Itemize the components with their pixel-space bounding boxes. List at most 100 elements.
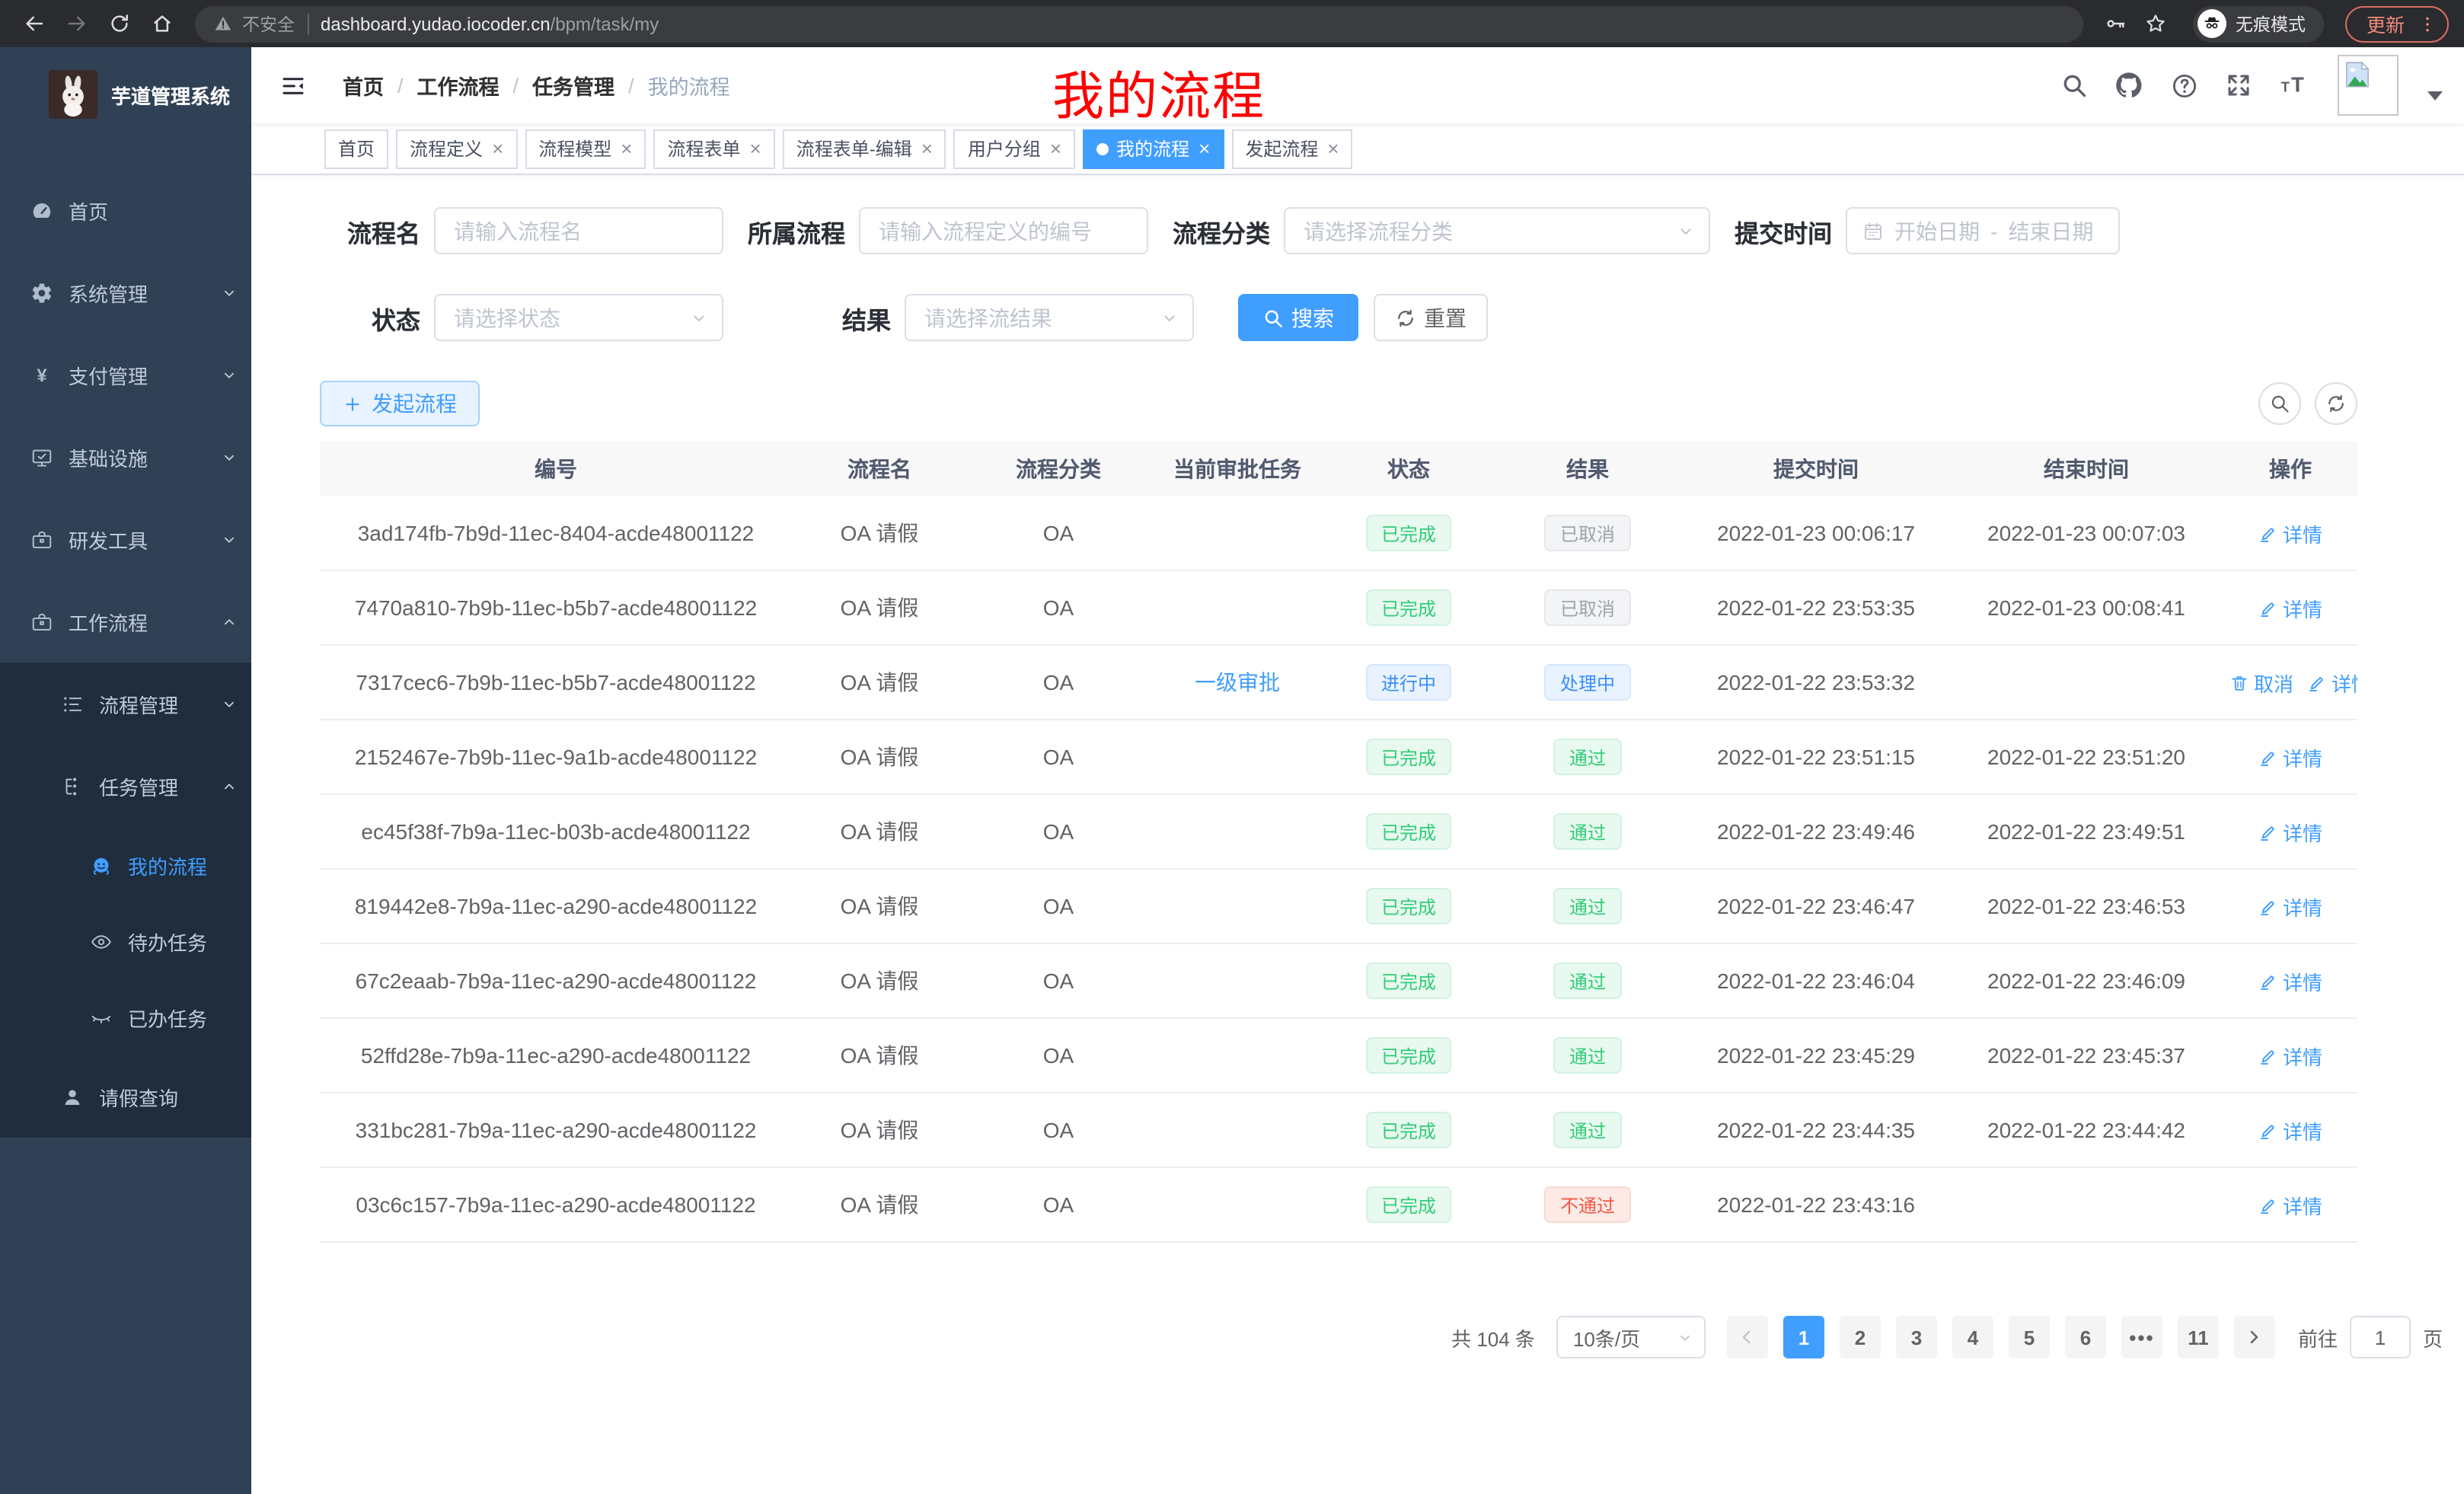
sidebar-item-6[interactable]: 流程管理 xyxy=(0,662,251,745)
goto-page-input[interactable] xyxy=(2350,1316,2411,1358)
page-button-4[interactable]: 4 xyxy=(1952,1316,1993,1358)
page-button-11[interactable]: 11 xyxy=(2178,1316,2219,1358)
search-icon[interactable] xyxy=(2060,72,2088,99)
sidebar-item-11[interactable]: 请假查询 xyxy=(0,1055,251,1138)
incognito-badge: 无痕模式 xyxy=(2193,5,2324,42)
breadcrumb-item-2[interactable]: 任务管理 xyxy=(532,70,614,101)
tab-label: 用户分组 xyxy=(968,136,1041,161)
sidebar-item-8[interactable]: 我的流程 xyxy=(0,827,251,903)
font-size-icon[interactable]: TT xyxy=(2278,70,2312,101)
next-page-button[interactable] xyxy=(2234,1316,2275,1358)
sidebar-item-2[interactable]: ¥支付管理 xyxy=(0,334,251,416)
page-button-1[interactable]: 1 xyxy=(1783,1316,1824,1358)
tab-4[interactable]: 流程表单-编辑× xyxy=(783,129,946,168)
submit-time-daterange[interactable]: 开始日期 - 结束日期 xyxy=(1846,207,2120,254)
action-detail-link[interactable]: 详情 xyxy=(2258,1116,2322,1144)
action-detail-link[interactable]: 详情 xyxy=(2258,892,2322,921)
process-category: OA xyxy=(1043,745,1074,769)
sidebar-collapse-icon[interactable] xyxy=(280,72,306,98)
process-id: 52ffd28e-7b9a-11ec-a290-acde48001122 xyxy=(361,1043,751,1068)
action-detail-link[interactable]: 详情 xyxy=(2258,1190,2322,1219)
action-detail-link[interactable]: 详情 xyxy=(2258,1041,2322,1070)
update-button[interactable]: 更新 xyxy=(2345,5,2449,42)
svg-text:¥: ¥ xyxy=(37,365,47,385)
sidebar-item-9[interactable]: 待办任务 xyxy=(0,903,251,979)
current-task-link[interactable]: 一级审批 xyxy=(1195,667,1280,698)
sidebar-item-3[interactable]: 基础设施 xyxy=(0,416,251,498)
close-icon[interactable]: × xyxy=(921,139,933,158)
home-icon[interactable] xyxy=(143,5,180,42)
page-button-2[interactable]: 2 xyxy=(1840,1316,1881,1358)
breadcrumb-item-0[interactable]: 首页 xyxy=(343,70,384,101)
process-name-input[interactable] xyxy=(434,207,723,254)
action-detail-link[interactable]: 详情 xyxy=(2258,519,2322,547)
reload-icon[interactable] xyxy=(101,5,137,42)
process-def-input[interactable] xyxy=(859,207,1148,254)
prev-page-button[interactable] xyxy=(1727,1316,1768,1358)
gear-icon xyxy=(30,281,53,304)
filter-row-2: 状态 请选择状态 结果 请选择流结果 xyxy=(320,294,2464,341)
tab-5[interactable]: 用户分组 × xyxy=(954,129,1075,168)
page-button-5[interactable]: 5 xyxy=(2009,1316,2050,1358)
create-process-button[interactable]: 发起流程 xyxy=(320,381,480,426)
page-content: 流程名 所属流程 流程分类 请选择流程分类 xyxy=(251,175,2464,1494)
app-logo[interactable]: 芋道管理系统 xyxy=(0,47,251,142)
browser-menu-dots-icon[interactable] xyxy=(2417,13,2438,34)
tab-0[interactable]: 首页 xyxy=(324,129,388,168)
action-detail-link[interactable]: 详情 xyxy=(2258,593,2322,622)
back-icon[interactable] xyxy=(15,5,52,42)
close-icon[interactable]: × xyxy=(492,139,503,158)
table-refresh-button[interactable] xyxy=(2315,382,2357,425)
table-search-button[interactable] xyxy=(2258,382,2301,425)
help-icon[interactable] xyxy=(2170,71,2199,100)
table-row-4: ec45f38f-7b9a-11ec-b03b-acde48001122OA 请… xyxy=(320,795,2357,870)
bookmark-star-icon[interactable] xyxy=(2138,5,2175,42)
process-table: 编号流程名流程分类当前审批任务状态结果提交时间结束时间操作 3ad174fb-7… xyxy=(320,442,2357,1243)
search-button[interactable]: 搜索 xyxy=(1238,294,1358,341)
tab-3[interactable]: 流程表单× xyxy=(653,129,774,168)
avatar[interactable] xyxy=(2338,55,2399,116)
sidebar-item-1[interactable]: 系统管理 xyxy=(0,251,251,334)
close-icon[interactable]: × xyxy=(1198,139,1210,158)
status-select[interactable]: 请选择状态 xyxy=(434,294,723,341)
table-row-6: 67c2eaab-7b9a-11ec-a290-acde48001122OA 请… xyxy=(320,944,2357,1019)
forward-icon[interactable] xyxy=(58,5,94,42)
action-detail-link[interactable]: 详情 xyxy=(2258,966,2322,995)
sidebar-item-5[interactable]: 工作流程 xyxy=(0,580,251,662)
warning-icon xyxy=(213,14,233,34)
tab-6[interactable]: 我的流程× xyxy=(1083,129,1224,168)
column-header-3: 当前审批任务 xyxy=(1150,454,1325,484)
tab-2[interactable]: 流程模型× xyxy=(525,129,646,168)
sidebar-item-10[interactable]: 已办任务 xyxy=(0,979,251,1055)
sidebar-item-7[interactable]: 任务管理 xyxy=(0,745,251,827)
address-bar[interactable]: 不安全 dashboard.yudao.iocoder.cn/bpm/task/… xyxy=(195,5,2083,42)
key-icon[interactable] xyxy=(2099,5,2135,42)
tab-7[interactable]: 发起流程× xyxy=(1231,129,1352,168)
close-icon[interactable]: × xyxy=(750,139,761,158)
close-icon[interactable]: × xyxy=(1050,139,1061,158)
page-button-6[interactable]: 6 xyxy=(2065,1316,2106,1358)
reset-button[interactable]: 重置 xyxy=(1374,294,1488,341)
status-placeholder: 请选择状态 xyxy=(454,302,560,333)
result-select[interactable]: 请选择流结果 xyxy=(905,294,1194,341)
fullscreen-icon[interactable] xyxy=(2225,72,2252,99)
action-cancel-link[interactable]: 取消 xyxy=(2229,668,2293,697)
action-detail-link[interactable]: 详情 xyxy=(2258,742,2322,771)
page-button-3[interactable]: 3 xyxy=(1896,1316,1937,1358)
github-icon[interactable] xyxy=(2114,70,2144,101)
close-icon[interactable]: × xyxy=(1327,139,1339,158)
sidebar-item-4[interactable]: 研发工具 xyxy=(0,498,251,580)
tab-1[interactable]: 流程定义 × xyxy=(396,129,517,168)
tab-label: 流程定义 xyxy=(410,136,483,161)
action-detail-link[interactable]: 详情 xyxy=(2258,817,2322,846)
process-category: OA xyxy=(1043,969,1074,993)
sidebar-item-label: 我的流程 xyxy=(128,851,207,879)
close-icon[interactable]: × xyxy=(621,139,632,158)
breadcrumb-item-1[interactable]: 工作流程 xyxy=(417,70,500,101)
avatar-caret-icon[interactable] xyxy=(2427,91,2443,101)
action-detail-link[interactable]: 详情 xyxy=(2307,668,2357,697)
sidebar-item-0[interactable]: 首页 xyxy=(0,169,251,251)
more-pages-button[interactable]: ••• xyxy=(2121,1316,2162,1358)
category-select[interactable]: 请选择流程分类 xyxy=(1284,207,1710,254)
page-size-select[interactable]: 10条/页 xyxy=(1556,1316,1706,1358)
